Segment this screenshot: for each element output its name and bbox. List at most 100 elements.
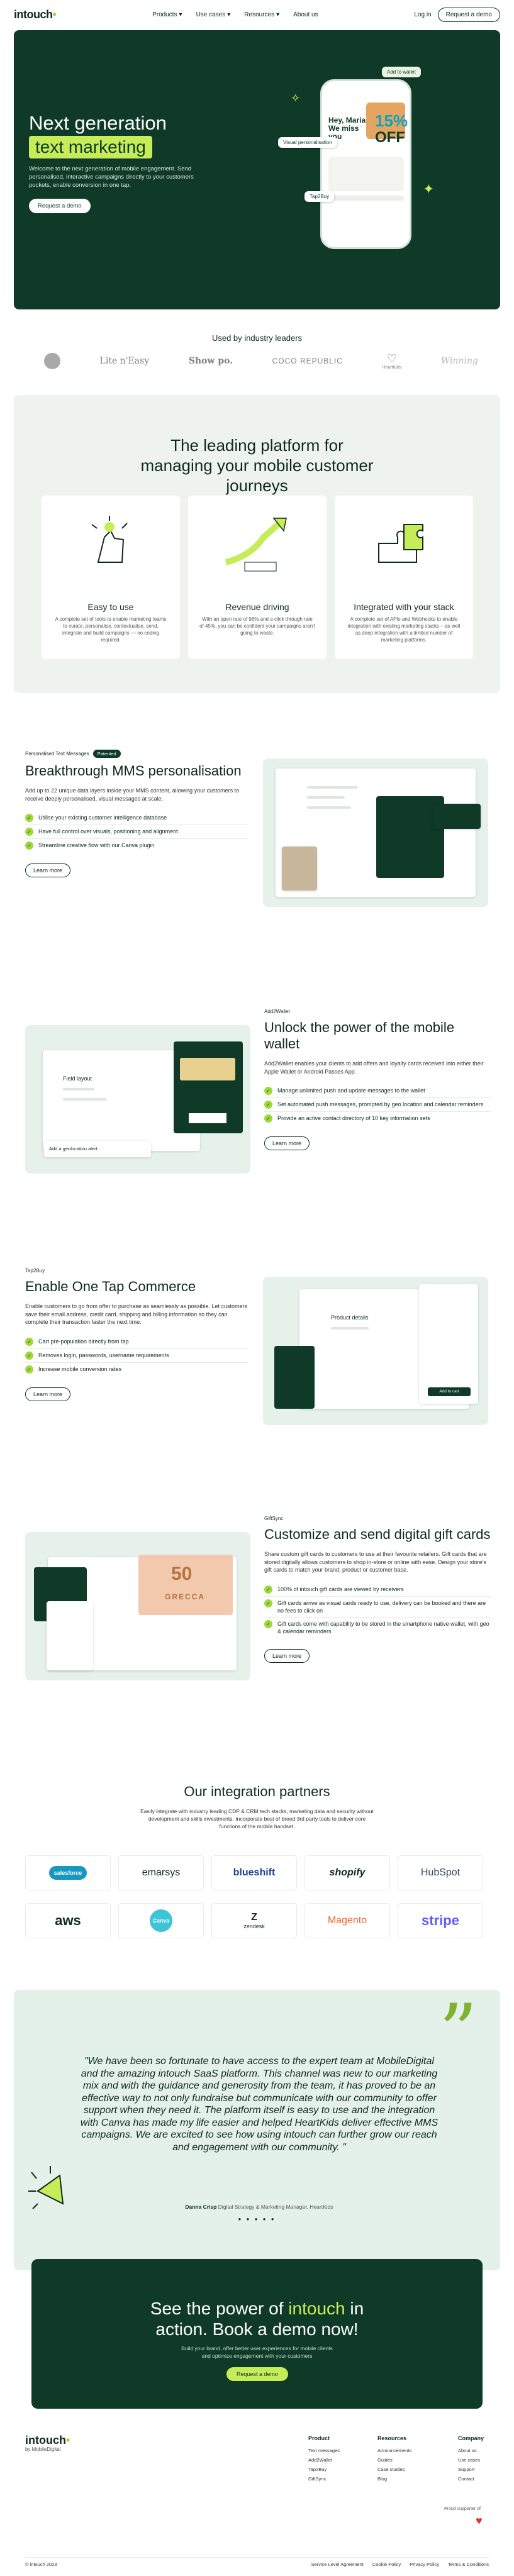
legal-link[interactable]: Service Level Agreement <box>311 2562 363 2567</box>
platform-section: The leading platform for managing your m… <box>14 395 500 693</box>
check-item: ✓ Gift cards arrive as visual cards ready… <box>264 1596 491 1617</box>
footer-link[interactable]: Announcements <box>377 2446 411 2455</box>
footer-link[interactable]: Blog <box>377 2474 411 2484</box>
check-item: ✓ Increase mobile conversion rates <box>25 1362 249 1376</box>
partner-aws-logo: aws <box>25 1903 111 1938</box>
cta-section: See the power of intouch in action. Book … <box>31 2259 483 2409</box>
hero-highlight: text marketing <box>29 136 152 158</box>
check-item: ✓ Set automated push messages, prompted b… <box>264 1097 491 1111</box>
carousel-dots[interactable]: ● ● ● ● ● <box>14 2216 500 2222</box>
check-icon: ✓ <box>264 1619 272 1628</box>
footer-link[interactable]: Add2Wallet <box>308 2455 340 2465</box>
footer-link[interactable]: Contact <box>458 2474 484 2484</box>
feature-card-easy: Easy to use A complete set of tools to e… <box>42 496 180 659</box>
footer-col-product: Product Text messages Add2Wallet Tap2Buy… <box>308 2434 340 2484</box>
tap-desc: Enable customers to go from offer to pur… <box>25 1303 247 1325</box>
check-icon: ✓ <box>264 1599 272 1607</box>
nav-links: Products ▾ Use cases ▾ Resources ▾ About us <box>152 11 318 18</box>
proud-supporter: Proud supporter of <box>444 2507 481 2511</box>
chevron-down-icon: ▾ <box>227 11 231 18</box>
tap2buy-chip: Tap2Buy <box>304 191 335 202</box>
leader-logo: Show po. <box>188 356 233 366</box>
feature-card-integrated: Integrated with your stack A complete se… <box>335 496 473 659</box>
feature-text: With an open rate of 98% and a click thr… <box>199 616 315 636</box>
leader-logo: Winning <box>440 356 478 366</box>
growth-arrow-icon <box>225 518 287 572</box>
add-to-cart-button[interactable]: Add to cart <box>428 1387 471 1396</box>
chevron-down-icon: ▾ <box>179 11 182 18</box>
learn-more-button[interactable]: Learn more <box>264 1648 310 1663</box>
leaders-title: Used by industry leaders <box>211 333 303 343</box>
heart-icon: ♥ <box>476 2514 483 2527</box>
gift-brand: GRECCA <box>165 1592 206 1601</box>
feature-title: Easy to use <box>87 602 134 612</box>
chevron-down-icon: ▾ <box>276 11 280 18</box>
hero-section: Next generation text marketing Welcome t… <box>14 30 500 309</box>
cta-demo-button[interactable]: Request a demo <box>226 2367 288 2381</box>
legal-link[interactable]: Terms & Conditions <box>448 2562 489 2567</box>
footer-link[interactable]: Support <box>458 2465 484 2474</box>
testimonial-quote: "We have been so fortunate to have acces… <box>80 2056 439 2153</box>
check-item: ✓ Have full control over visuals, positio… <box>25 824 249 838</box>
learn-more-button[interactable]: Learn more <box>25 1387 71 1401</box>
partner-hubspot-logo: HubSpot <box>398 1855 483 1890</box>
nav-resources[interactable]: Resources ▾ <box>244 11 279 18</box>
footer-link[interactable]: Text messages <box>308 2446 340 2455</box>
top-nav: intouch• Products ▾ Use cases ▾ Resources ▾… <box>0 0 514 29</box>
legal-link[interactable]: Cookie Policy <box>372 2562 401 2567</box>
footer-col-resources: Resources Announcements Guides Case stud… <box>377 2434 411 2484</box>
sparkle-icon: ✦ <box>423 181 435 197</box>
check-icon: ✓ <box>264 1114 272 1123</box>
footer-logo[interactable]: intouch• <box>25 2434 70 2447</box>
request-demo-button[interactable]: Request a demo <box>437 7 500 22</box>
sparkle-icon: ✧ <box>291 92 301 104</box>
login-link[interactable]: Log in <box>414 11 431 18</box>
footer-link[interactable]: Tap2Buy <box>308 2465 340 2474</box>
personalisation-chip: Visual personalisation <box>278 137 337 148</box>
partner-magento-logo: Magento <box>304 1903 390 1938</box>
heart-icon: ♡ <box>386 352 397 365</box>
hand-illustration-icon <box>91 516 128 563</box>
learn-more-button[interactable]: Learn more <box>264 1136 310 1150</box>
check-item: ✓ Manage unlimited push and update messag… <box>264 1084 491 1097</box>
nav-about[interactable]: About us <box>293 11 318 18</box>
hero-demo-button[interactable]: Request a demo <box>29 199 91 213</box>
footer-link[interactable]: About us <box>458 2446 484 2455</box>
check-icon: ✓ <box>25 1365 33 1374</box>
barcode-icon <box>189 1113 226 1123</box>
partner-salesforce-logo: salesforce <box>25 1855 111 1890</box>
wallet-chip: Add to wallet <box>382 67 421 77</box>
learn-more-button[interactable]: Learn more <box>25 863 71 877</box>
feature-card-revenue: Revenue driving With an open rate of 98%… <box>188 496 327 659</box>
puzzle-icon <box>378 524 423 563</box>
feature-title: Revenue driving <box>225 602 289 612</box>
check-icon: ✓ <box>25 1337 33 1346</box>
nav-products[interactable]: Products ▾ <box>152 11 182 18</box>
logo[interactable]: intouch• <box>14 8 57 21</box>
gift-title: Customize and send digital gift cards <box>264 1526 491 1542</box>
nav-use-cases[interactable]: Use cases ▾ <box>196 11 231 18</box>
wallet-title: Unlock the power of the mobile wallet <box>264 1019 455 1052</box>
partner-canva-logo: Canva <box>118 1903 204 1938</box>
check-icon: ✓ <box>264 1585 272 1594</box>
footer-link[interactable]: Use cases <box>458 2455 484 2465</box>
section-tag: Add2Wallet <box>264 1009 290 1014</box>
footer-link[interactable]: Case studies <box>377 2465 411 2474</box>
mms-desc: Add up to 22 unique data layers inside y… <box>25 787 240 802</box>
logo-circle-icon <box>44 353 60 369</box>
section-tag: Personalised Text Messages <box>25 751 89 757</box>
patented-badge: Patented <box>92 750 121 758</box>
partner-emarsys-logo: emarsys <box>118 1855 204 1890</box>
footer-link[interactable]: GiftSync <box>308 2474 340 2484</box>
check-item: ✓ Removes login, passwords, username requ… <box>25 1348 249 1362</box>
feature-text: A complete set of APIs and Webhooks to e… <box>347 616 461 643</box>
footer-bottom: © intouch 2023 Service Level Agreement C… <box>25 2557 489 2567</box>
section-tag: Tap2Buy <box>25 1268 45 1274</box>
megaphone-icon <box>28 2166 64 2209</box>
check-item: ✓ Provide an active contact directory of … <box>264 1111 491 1125</box>
legal-link[interactable]: Privacy Policy <box>410 2562 439 2567</box>
check-item: ✓ Gift cards come with capability to be s… <box>264 1616 491 1638</box>
leader-logo: ♡ HeartKids <box>382 352 402 370</box>
footer-link[interactable]: Guides <box>377 2455 411 2465</box>
check-item: ✓ 100% of intouch gift cards are viewed b… <box>264 1583 491 1596</box>
